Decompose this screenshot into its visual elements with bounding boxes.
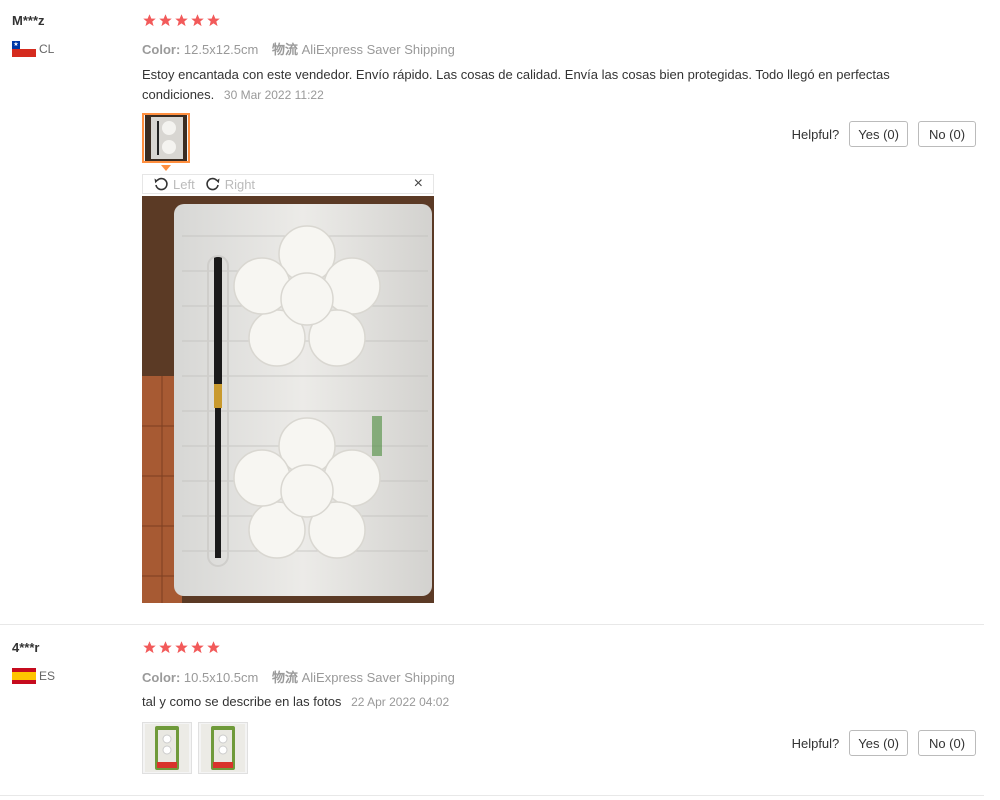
thumbnail-pointer: [161, 165, 171, 171]
order-info: Color: 10.5x10.5cm 物流 AliExpress Saver S…: [142, 667, 455, 686]
rating-stars: [142, 13, 221, 28]
shipping-value: AliExpress Saver Shipping: [301, 670, 455, 685]
star-icon: [159, 14, 172, 27]
star-icon: [191, 14, 204, 27]
review-photo-thumbnail[interactable]: [142, 113, 190, 163]
chile-flag-icon: ★: [12, 41, 36, 57]
rotate-left-button[interactable]: Left: [153, 176, 195, 192]
reviewer-country: ★ CL: [12, 41, 54, 57]
star-icon: [159, 641, 172, 654]
color-label: Color:: [142, 42, 181, 57]
star-icon: [143, 14, 156, 27]
reviewer-name: M***z: [12, 13, 45, 28]
rotate-left-label: Left: [173, 176, 195, 192]
country-code: CL: [39, 42, 55, 56]
rotate-right-button[interactable]: Right: [205, 176, 255, 192]
shipping-value: AliExpress Saver Shipping: [301, 42, 455, 57]
helpful-votes: Helpful? Yes (0) No (0): [792, 730, 976, 756]
shipping-label: 物流: [271, 42, 298, 57]
helpful-yes-button[interactable]: Yes (0): [849, 121, 908, 147]
rotate-right-icon: [205, 177, 220, 191]
review-date: 22 Apr 2022 04:02: [351, 695, 450, 709]
review-photo-thumbnail[interactable]: [142, 722, 192, 774]
star-icon: [175, 14, 188, 27]
color-value: 12.5x12.5cm: [183, 42, 259, 57]
review-photo-thumbnail[interactable]: [198, 722, 248, 774]
rotate-right-label: Right: [224, 176, 256, 192]
rating-stars: [142, 640, 221, 655]
helpful-yes-button[interactable]: Yes (0): [849, 730, 908, 756]
star-icon: [207, 641, 220, 654]
enlarged-review-photo: [142, 196, 434, 603]
reviewer-country: ES: [12, 668, 55, 684]
review-date: 30 Mar 2022 11:22: [223, 88, 324, 102]
close-viewer-button[interactable]: ×: [414, 175, 423, 193]
star-icon: [191, 641, 204, 654]
review-body: Estoy encantada con este vendedor. Envío…: [142, 65, 902, 105]
helpful-votes: Helpful? Yes (0) No (0): [792, 121, 976, 147]
star-icon: [143, 641, 156, 654]
color-value: 10.5x10.5cm: [183, 670, 259, 685]
review-photo-image: [142, 196, 434, 603]
review-body: tal y como se describe en las fotos 22 A…: [142, 692, 902, 712]
review-item: 4***r ES Color: 10.5x10.5cm 物流 AliExpres…: [0, 625, 984, 796]
photo-thumbnail-image: [145, 724, 189, 772]
shipping-label: 物流: [271, 670, 298, 685]
country-code: ES: [39, 669, 56, 683]
photo-thumbnail-image: [201, 724, 245, 772]
color-label: Color:: [142, 670, 181, 685]
helpful-no-button[interactable]: No (0): [918, 121, 976, 147]
star-icon: [175, 641, 188, 654]
helpful-label: Helpful?: [791, 735, 840, 751]
helpful-label: Helpful?: [791, 126, 840, 142]
order-info: Color: 12.5x12.5cm 物流 AliExpress Saver S…: [142, 39, 455, 58]
photo-viewer-toolbar: Left Right ×: [142, 174, 434, 194]
photo-thumbnail-image: [145, 115, 187, 161]
reviewer-name: 4***r: [12, 640, 40, 655]
helpful-no-button[interactable]: No (0): [918, 730, 976, 756]
spain-flag-icon: [12, 668, 36, 684]
review-text: tal y como se describe en las fotos: [142, 694, 342, 709]
rotate-left-icon: [154, 177, 168, 191]
review-item: M***z ★ CL Color: 12.5x12.5cm 物流 AliExpr…: [0, 0, 984, 625]
star-icon: [207, 14, 220, 27]
